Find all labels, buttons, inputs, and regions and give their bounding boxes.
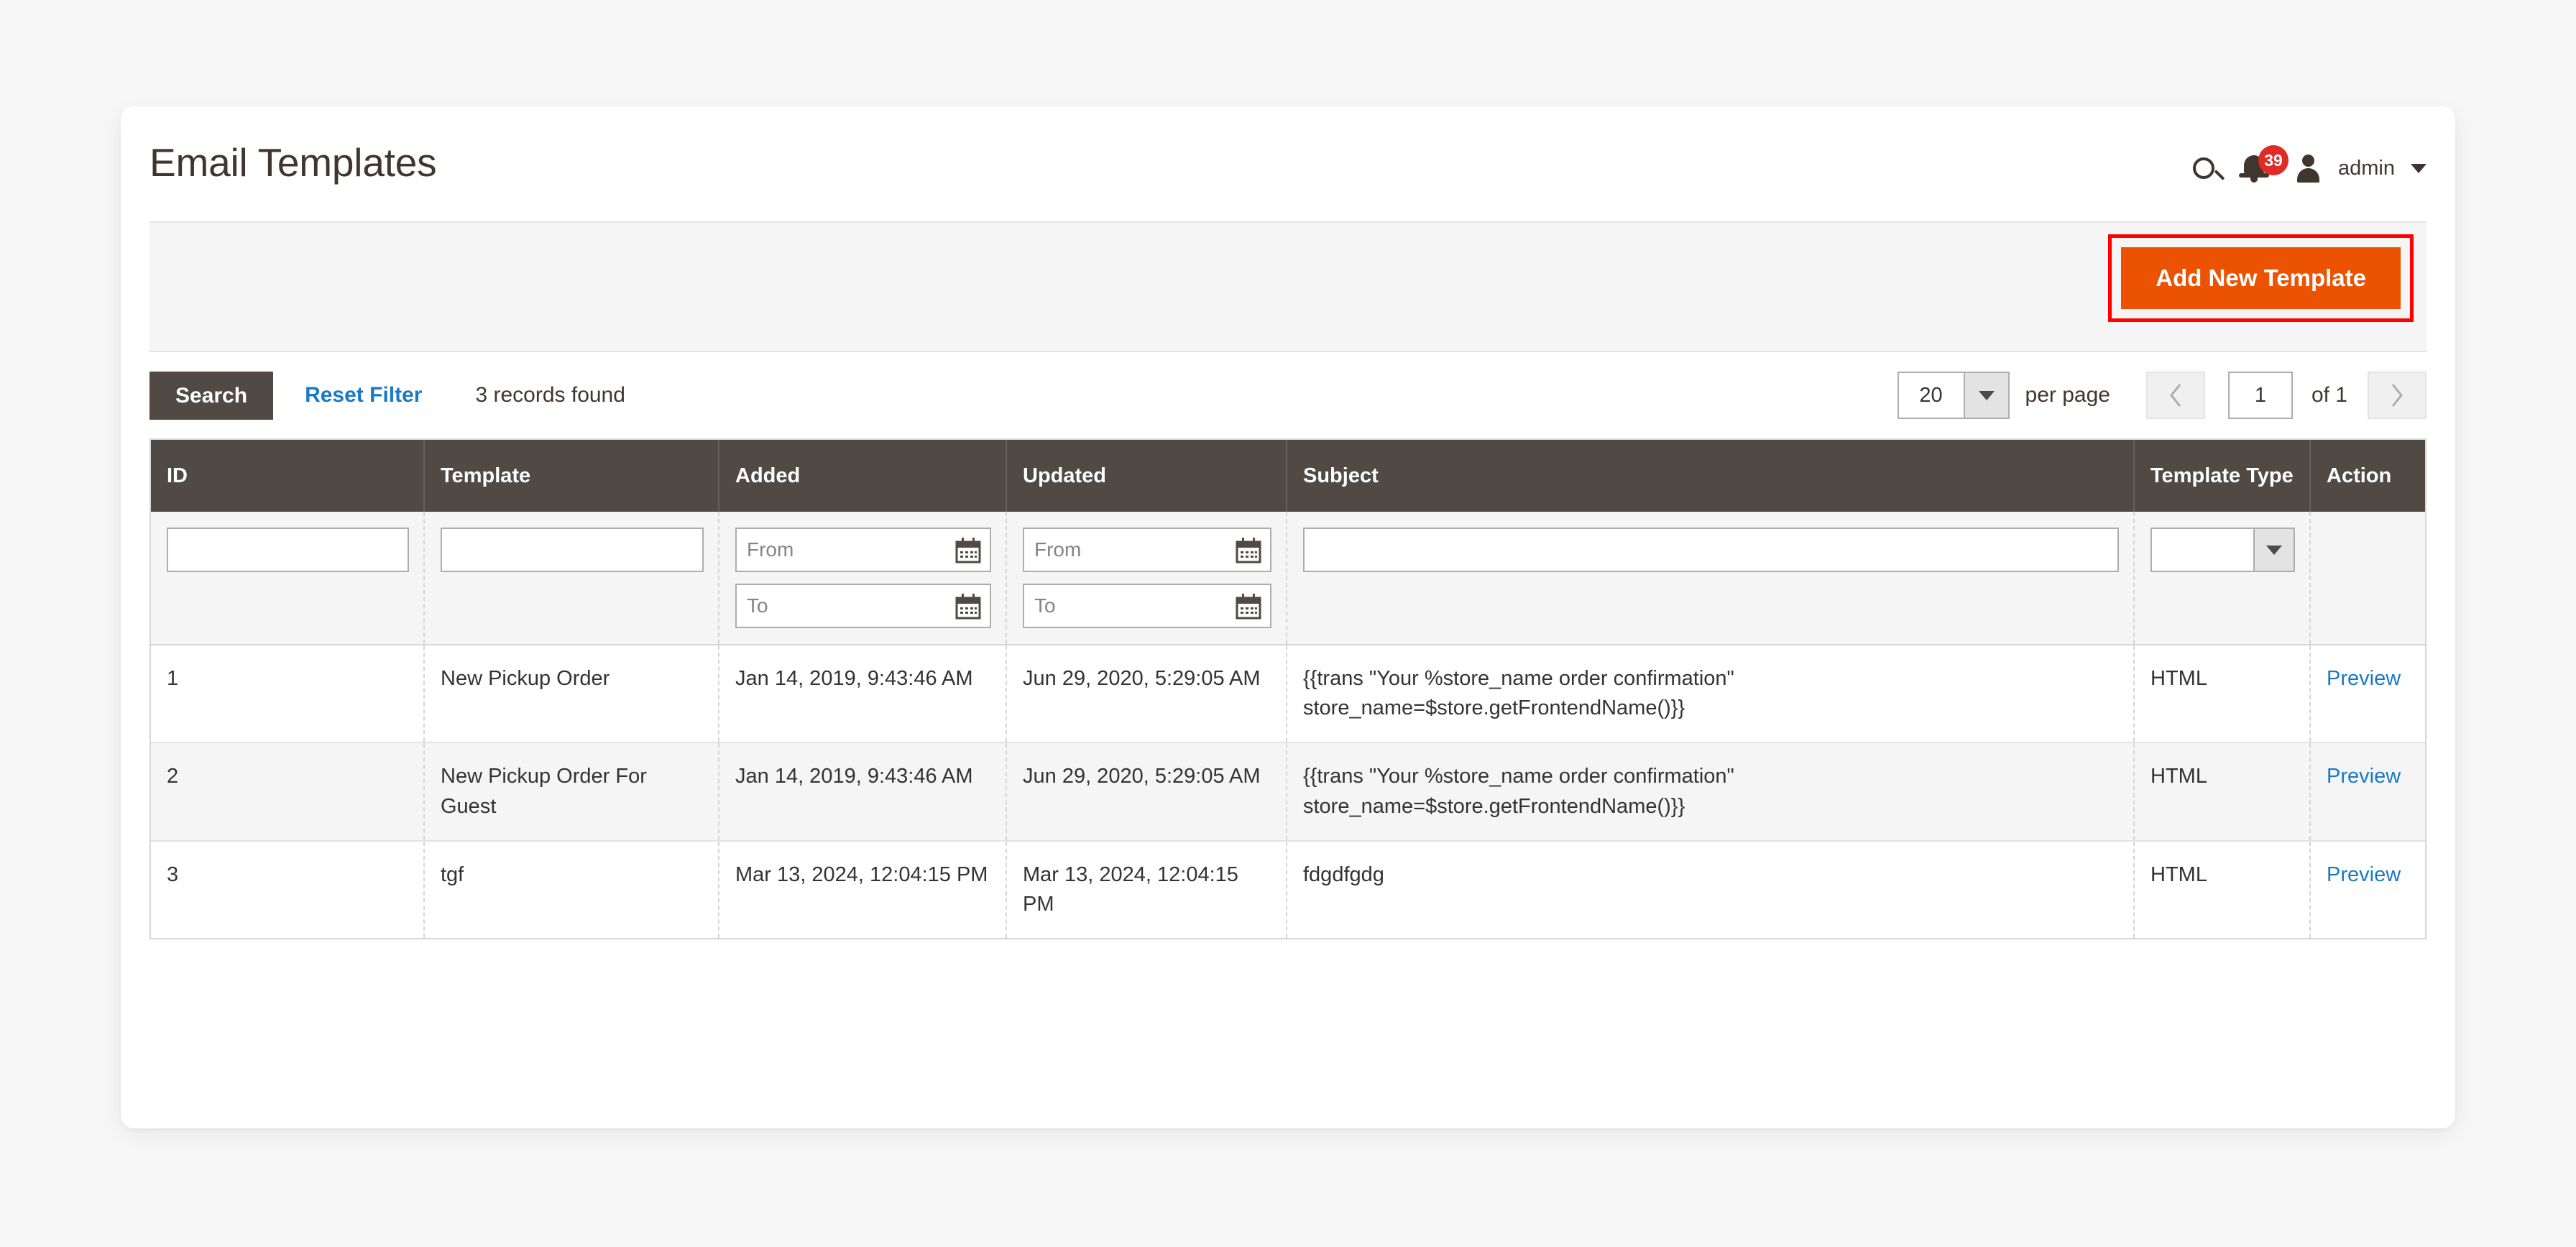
content-card: Email Templates 39 admin Add New Templat…	[121, 106, 2455, 1128]
table-row[interactable]: 1 New Pickup Order Jan 14, 2019, 9:43:46…	[151, 645, 2425, 744]
notification-count-badge: 39	[2258, 145, 2288, 175]
cell-subject: {{trans "Your %store_name order confirma…	[1287, 645, 2135, 744]
page-actions-band: Add New Template	[150, 221, 2426, 352]
per-page-select[interactable]: 20	[1897, 372, 2010, 419]
add-new-template-highlight: Add New Template	[2108, 234, 2414, 323]
filter-updated-to-field	[1023, 584, 1271, 628]
grid-body: 1 New Pickup Order Jan 14, 2019, 9:43:46…	[151, 645, 2425, 939]
cell-template: New Pickup Order For Guest	[424, 742, 719, 842]
grid-toolbar: Search Reset Filter 3 records found 20 p…	[150, 352, 2426, 438]
filter-added-to-field	[735, 584, 991, 628]
column-header-added[interactable]: Added	[719, 440, 1007, 512]
filter-cell-template-type	[2134, 512, 2311, 645]
cell-template: tgf	[424, 840, 719, 939]
table-row[interactable]: 2 New Pickup Order For Guest Jan 14, 201…	[151, 742, 2425, 842]
next-page-button[interactable]	[2368, 372, 2426, 419]
filter-cell-action	[2310, 512, 2425, 645]
calendar-icon[interactable]	[1234, 536, 1263, 565]
column-header-id[interactable]: ID	[151, 440, 425, 512]
filter-updated-from-field	[1023, 528, 1271, 572]
previous-page-button[interactable]	[2145, 372, 2205, 419]
column-header-template[interactable]: Template	[424, 440, 719, 512]
cell-template-type: HTML	[2134, 742, 2311, 842]
page-title: Email Templates	[150, 140, 437, 185]
column-header-template-type[interactable]: Template Type	[2134, 440, 2311, 512]
cell-template: New Pickup Order	[424, 645, 719, 744]
header-tools: 39 admin	[2176, 142, 2426, 194]
filter-template-type-arrow[interactable]	[2253, 529, 2294, 571]
cell-subject: fdgdfgdg	[1287, 840, 2135, 939]
column-header-updated[interactable]: Updated	[1006, 440, 1287, 512]
filter-cell-id	[151, 512, 425, 645]
search-button-grid[interactable]: Search	[150, 371, 274, 420]
filter-template-input[interactable]	[441, 528, 704, 572]
cell-id: 1	[151, 645, 425, 744]
filter-cell-subject	[1287, 512, 2135, 645]
filter-added-to-input[interactable]	[735, 584, 991, 628]
preview-link[interactable]: Preview	[2327, 863, 2401, 886]
bell-icon-wrapper: 39	[2238, 145, 2288, 190]
grid-header-row: ID Template Added Updated Subject Templa…	[151, 440, 2425, 512]
column-header-subject[interactable]: Subject	[1287, 440, 2135, 512]
current-page-input[interactable]	[2227, 372, 2293, 419]
per-page-value: 20	[1919, 383, 1943, 407]
filter-cell-added	[719, 512, 1007, 645]
cell-added: Jan 14, 2019, 9:43:46 AM	[719, 742, 1007, 842]
cell-template-type: HTML	[2134, 840, 2311, 939]
total-pages-label: of 1	[2311, 383, 2347, 407]
filter-id-input[interactable]	[167, 528, 409, 572]
cell-id: 3	[151, 840, 425, 939]
preview-link[interactable]: Preview	[2327, 765, 2401, 788]
column-header-action: Action	[2310, 440, 2425, 512]
per-page-label: per page	[2025, 383, 2110, 407]
grid-filter-row	[151, 512, 2425, 645]
cell-subject: {{trans "Your %store_name order confirma…	[1287, 742, 2135, 842]
chevron-down-icon	[2266, 545, 2282, 555]
filter-subject-input[interactable]	[1303, 528, 2119, 572]
cell-updated: Jun 29, 2020, 5:29:05 AM	[1006, 645, 1287, 744]
user-avatar-button[interactable]	[2288, 142, 2328, 194]
filter-template-type-select[interactable]	[2150, 528, 2295, 572]
pager: 20 per page of 1	[1897, 372, 2426, 419]
preview-link[interactable]: Preview	[2327, 667, 2401, 690]
chevron-down-icon[interactable]	[2411, 163, 2426, 173]
records-found-label: 3 records found	[475, 383, 625, 407]
filter-cell-template	[424, 512, 719, 645]
admin-username[interactable]: admin	[2338, 157, 2395, 180]
cell-added: Jan 14, 2019, 9:43:46 AM	[719, 645, 1007, 744]
calendar-icon[interactable]	[954, 592, 983, 621]
page-header: Email Templates 39 admin	[121, 106, 2455, 221]
filter-cell-updated	[1006, 512, 1287, 645]
chevron-down-icon	[1978, 390, 1995, 400]
cell-updated: Mar 13, 2024, 12:04:15 PM	[1006, 840, 1287, 939]
cell-action: Preview	[2310, 840, 2425, 939]
table-row[interactable]: 3 tgf Mar 13, 2024, 12:04:15 PM Mar 13, …	[151, 840, 2425, 939]
calendar-icon[interactable]	[954, 536, 983, 565]
cell-updated: Jun 29, 2020, 5:29:05 AM	[1006, 742, 1287, 842]
chevron-left-icon	[2170, 384, 2181, 407]
filter-template-type-value	[2152, 529, 2253, 571]
filter-added-from-input[interactable]	[735, 528, 991, 572]
add-new-template-button[interactable]: Add New Template	[2121, 247, 2401, 310]
calendar-icon[interactable]	[1234, 592, 1263, 621]
user-avatar-icon	[2296, 155, 2320, 183]
cell-template-type: HTML	[2134, 645, 2311, 744]
grid-header: ID Template Added Updated Subject Templa…	[151, 440, 2425, 512]
email-templates-grid: ID Template Added Updated Subject Templa…	[150, 438, 2426, 940]
search-button[interactable]	[2176, 142, 2232, 194]
page-root: Email Templates 39 admin Add New Templat…	[0, 0, 2576, 1247]
cell-action: Preview	[2310, 645, 2425, 744]
search-icon	[2193, 157, 2214, 179]
reset-filter-link[interactable]: Reset Filter	[305, 383, 422, 408]
filter-added-from-field	[735, 528, 991, 572]
chevron-right-icon	[2391, 384, 2403, 407]
cell-id: 2	[151, 742, 425, 842]
per-page-dropdown-arrow[interactable]	[1963, 373, 2008, 418]
grid-filter-section	[151, 512, 2425, 645]
notifications-button[interactable]: 39	[2232, 142, 2288, 194]
cell-action: Preview	[2310, 742, 2425, 842]
cell-added: Mar 13, 2024, 12:04:15 PM	[719, 840, 1007, 939]
